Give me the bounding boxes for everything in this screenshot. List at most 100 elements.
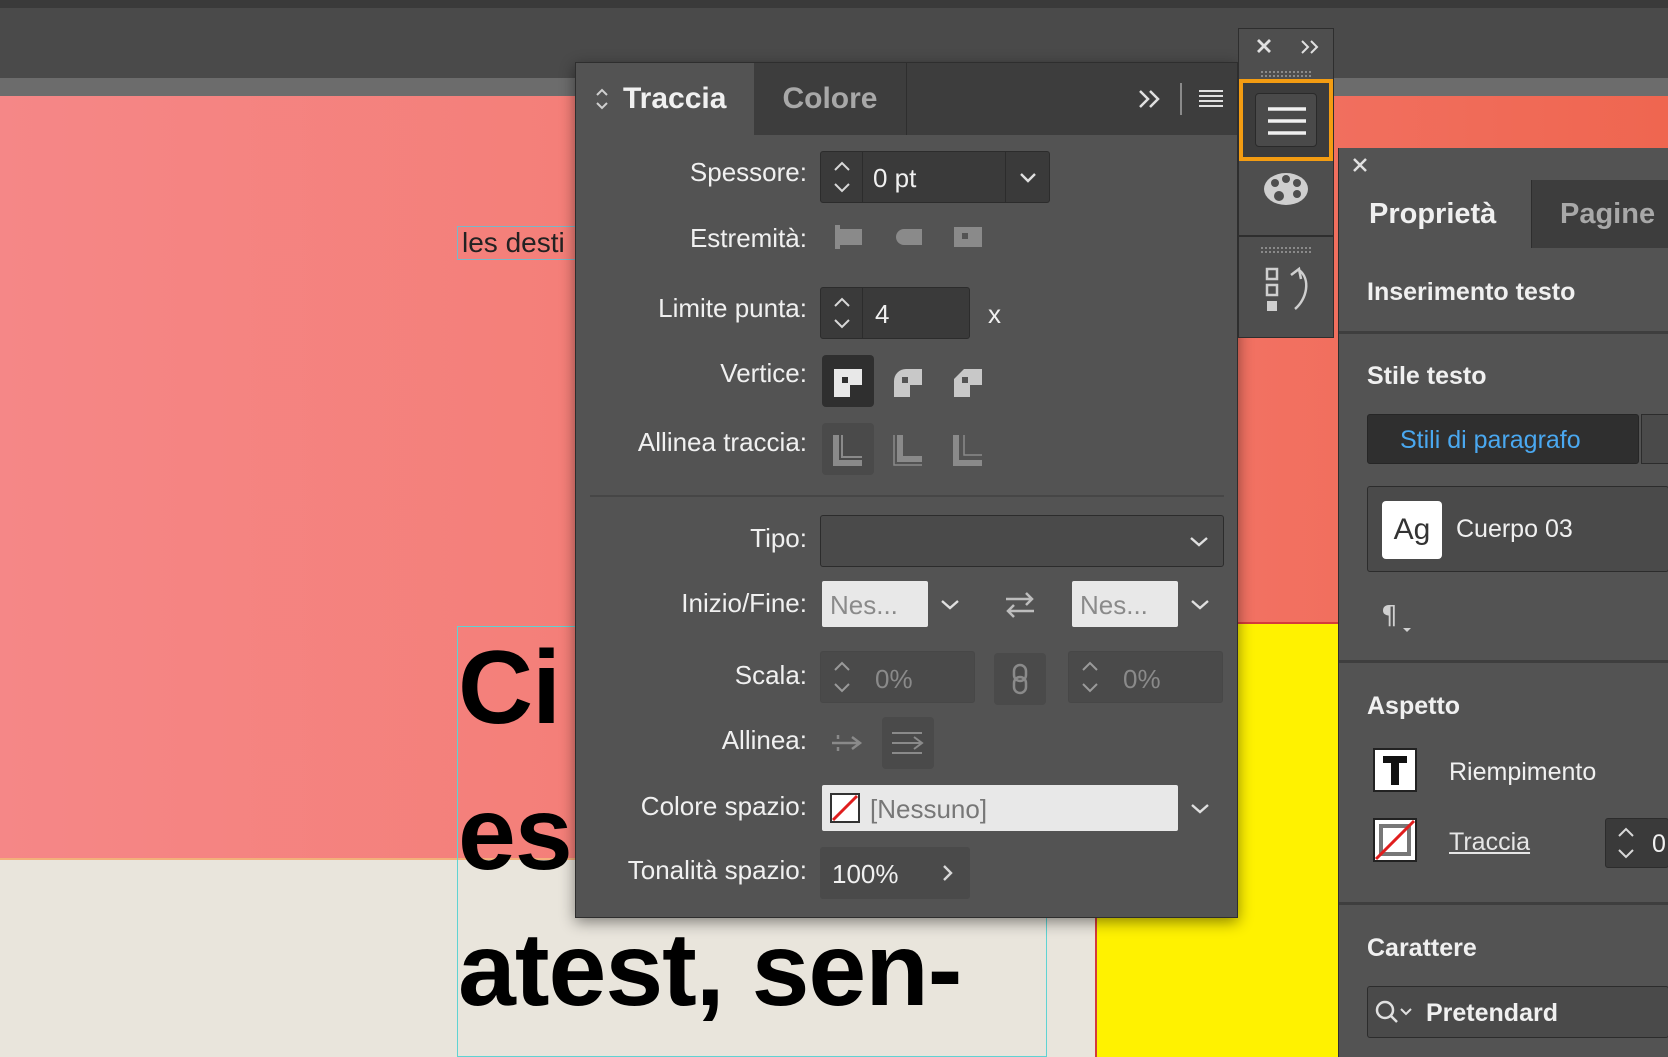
spessore-value[interactable]: 0 pt <box>873 163 916 194</box>
fine-value: Nes... <box>1080 590 1148 620</box>
text-fill-icon[interactable] <box>1373 748 1417 792</box>
limite-punta-value[interactable]: 4 <box>875 299 889 330</box>
pilcrow-icon[interactable]: ¶ <box>1381 598 1421 634</box>
chevron-right-icon[interactable] <box>938 859 958 887</box>
properties-tabbar: Proprietà Pagine <box>1339 180 1668 248</box>
vertice-label: Vertice: <box>720 358 807 388</box>
tabbar-divider <box>1180 83 1182 115</box>
dock-grip[interactable] <box>1261 71 1311 77</box>
fine-select[interactable]: Nes... <box>1072 581 1178 627</box>
fine-chevron-down-icon[interactable] <box>1178 581 1222 627</box>
panel-menu-icon[interactable] <box>1198 86 1224 112</box>
color-palette-icon[interactable] <box>1261 169 1311 209</box>
link-scale-icon[interactable] <box>994 653 1046 705</box>
close-properties-icon[interactable] <box>1349 154 1371 176</box>
dock-grip-2[interactable] <box>1261 247 1311 253</box>
swap-arrows-icon[interactable] <box>1000 583 1040 627</box>
headline-line-3[interactable]: atest, sen- <box>458 918 962 1022</box>
butt-cap-icon[interactable] <box>822 211 874 263</box>
tonalita-spazio-value[interactable]: 100% <box>832 859 899 890</box>
inizio-select[interactable]: Nes... <box>822 581 928 627</box>
inizio-value: Nes... <box>830 590 898 620</box>
scala-end-field[interactable]: 0% <box>1068 651 1223 703</box>
tipo-dropdown[interactable] <box>820 515 1224 567</box>
riempimento-label: Riempimento <box>1449 758 1597 786</box>
arrow-tip-extend-icon[interactable] <box>822 717 874 769</box>
close-dock-icon[interactable] <box>1253 35 1275 57</box>
limite-punta-field[interactable]: 4 <box>820 287 970 339</box>
round-join-icon[interactable] <box>882 355 934 407</box>
limite-punta-stepper[interactable] <box>821 288 863 338</box>
tab-pagine[interactable]: Pagine <box>1531 180 1668 248</box>
paragraph-styles-button[interactable]: Stili di paragrafo <box>1367 414 1639 464</box>
spessore-dropdown[interactable] <box>1005 152 1050 202</box>
align-stroke-center-icon[interactable] <box>822 423 874 475</box>
collapse-arrows-icon[interactable] <box>594 63 610 135</box>
limite-punta-suffix: x <box>988 299 1001 329</box>
stroke-panel-tabbar: Traccia Colore <box>576 63 1237 135</box>
estremita-label: Estremità: <box>689 223 807 253</box>
mode-title: Inserimento testo <box>1367 278 1576 306</box>
tab-proprieta[interactable]: Proprietà <box>1339 180 1531 248</box>
traccia-link[interactable]: Traccia <box>1449 828 1530 857</box>
paragraph-styles-label: Stili di paragrafo <box>1400 426 1581 454</box>
tonalita-spazio-label: Tonalità spazio: <box>627 855 807 885</box>
search-icon <box>1374 999 1416 1027</box>
scala-start-value: 0% <box>875 664 913 694</box>
carattere-title: Carattere <box>1367 934 1477 962</box>
style-preview-icon: Ag <box>1382 501 1442 559</box>
arrow-tip-place-icon[interactable] <box>882 717 934 769</box>
panel-dock <box>1238 28 1334 338</box>
font-family-field[interactable]: Pretendard <box>1367 986 1668 1038</box>
scala-start-stepper-icon[interactable] <box>821 652 863 702</box>
character-styles-button[interactable] <box>1641 414 1668 464</box>
projecting-cap-icon[interactable] <box>942 211 994 263</box>
stile-testo-title: Stile testo <box>1367 362 1487 390</box>
properties-panel: Proprietà Pagine Inserimento testo Stile… <box>1338 148 1668 1057</box>
section-rule <box>1339 660 1668 663</box>
collapse-dock-icon[interactable] <box>1299 37 1323 57</box>
miter-join-icon[interactable] <box>822 355 874 407</box>
align-stroke-outside-icon[interactable] <box>942 423 994 475</box>
tipo-label: Tipo: <box>750 523 807 553</box>
section-rule <box>1339 902 1668 905</box>
tab-traccia-label: Traccia <box>623 82 727 115</box>
allinea-traccia-label: Allinea traccia: <box>637 427 807 457</box>
tonalita-spazio-field[interactable]: 100% <box>820 847 970 899</box>
paragraph-style-selector[interactable]: Ag Cuerpo 03 <box>1367 486 1668 572</box>
colore-spazio-select[interactable]: [Nessuno] <box>822 785 1178 831</box>
style-name: Cuerpo 03 <box>1456 515 1573 543</box>
align-stroke-inside-icon[interactable] <box>882 423 934 475</box>
inizio-chevron-down-icon[interactable] <box>928 581 972 627</box>
spessore-field[interactable]: 0 pt <box>820 151 1050 203</box>
colore-spazio-chevron-icon[interactable] <box>1178 785 1222 831</box>
section-rule <box>1339 331 1668 334</box>
stroke-weight-field[interactable]: 0 <box>1605 818 1668 868</box>
section-divider <box>590 495 1224 497</box>
round-cap-icon[interactable] <box>882 211 934 263</box>
stroke-none-icon[interactable] <box>1373 818 1417 862</box>
stroke-weight-stepper-icon[interactable] <box>1606 819 1646 867</box>
headline-line-2[interactable]: es <box>458 782 573 886</box>
history-icon[interactable] <box>1261 265 1313 315</box>
expand-panel-icon[interactable] <box>1136 85 1164 113</box>
none-swatch-icon <box>830 793 860 823</box>
stroke-panel-dock-button[interactable] <box>1239 79 1333 161</box>
stroke-weight-value[interactable]: 0 <box>1652 830 1666 859</box>
headline-line-1[interactable]: Ci <box>458 636 561 740</box>
allinea-label: Allinea: <box>721 725 807 755</box>
tab-traccia[interactable]: Traccia <box>576 63 754 135</box>
spessore-stepper[interactable] <box>821 152 863 202</box>
font-family-value[interactable]: Pretendard <box>1426 999 1558 1028</box>
colore-spazio-label: Colore spazio: <box>640 791 807 821</box>
small-text-frame[interactable]: les desti <box>457 226 587 260</box>
bevel-join-icon[interactable] <box>942 355 994 407</box>
tab-colore[interactable]: Colore <box>754 63 907 135</box>
scala-end-stepper-icon[interactable] <box>1069 652 1111 702</box>
scala-start-field[interactable]: 0% <box>820 651 975 703</box>
chevron-down-icon <box>1181 516 1217 566</box>
stroke-panel: Traccia Colore Spessore: 0 pt Estremità:… <box>575 62 1238 918</box>
aspetto-title: Aspetto <box>1367 692 1461 720</box>
scala-end-value: 0% <box>1123 664 1161 694</box>
limite-punta-label: Limite punta: <box>658 293 807 323</box>
